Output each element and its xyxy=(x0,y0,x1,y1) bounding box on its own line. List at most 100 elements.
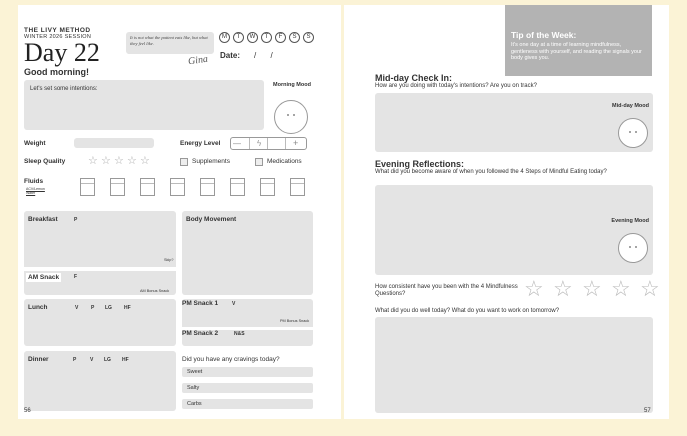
energy-divider xyxy=(267,138,268,149)
energy-divider xyxy=(285,138,286,149)
snack-divider xyxy=(182,327,313,330)
dinner-hf-icon: HF xyxy=(122,357,129,363)
brand-title: THE LIVY METHOD xyxy=(24,27,91,34)
lunch-hf-icon: HF xyxy=(124,305,131,311)
sleep-star-icon[interactable]: ☆ xyxy=(101,154,111,167)
weight-input[interactable] xyxy=(74,138,154,148)
morning-mood-face-icon[interactable] xyxy=(274,100,308,134)
midday-mood-label: Mid-day Mood xyxy=(612,103,649,109)
right-page: Tip of the Week: It's one day at a time … xyxy=(344,5,669,419)
day-title: Day 22 xyxy=(24,38,100,67)
water-cup-icon[interactable] xyxy=(170,178,185,196)
craving-salty[interactable]: Salty xyxy=(182,383,313,393)
pm-snack2-nuts-icon: N&S xyxy=(234,331,245,337)
consistency-star-icon[interactable]: ☆ xyxy=(524,276,544,302)
date-field[interactable]: / / xyxy=(254,51,273,60)
supplements-checkbox[interactable] xyxy=(180,158,188,166)
page-number-right: 57 xyxy=(644,408,651,414)
intentions-box[interactable]: Let's set some intentions: xyxy=(24,80,264,130)
dinner-veg-icon: V xyxy=(90,357,94,363)
craving-sweet[interactable]: Sweet xyxy=(182,367,313,377)
water-cup-icon[interactable] xyxy=(140,178,155,196)
energy-label: Energy Level xyxy=(180,140,221,147)
welldone-question: What did you do well today? What do you … xyxy=(375,308,560,314)
weekday-circle[interactable]: W xyxy=(247,32,258,43)
signature: Gina xyxy=(187,53,209,68)
skip-label: Skip? xyxy=(164,258,174,262)
water-cup-icon[interactable] xyxy=(200,178,215,196)
weekday-circle[interactable]: F xyxy=(275,32,286,43)
left-page: THE LIVY METHOD WINTER 2026 SESSION Day … xyxy=(18,5,341,419)
sleep-star-icon[interactable]: ☆ xyxy=(127,154,137,167)
sleep-star-icon[interactable]: ☆ xyxy=(140,154,150,167)
quote-text: It is not what the patient eats like, bu… xyxy=(130,35,208,46)
consistency-star-icon[interactable]: ☆ xyxy=(582,276,602,302)
consistency-star-icon[interactable]: ☆ xyxy=(640,276,660,302)
evening-mood-label: Evening Mood xyxy=(611,218,649,224)
body-movement-box[interactable]: Body Movement xyxy=(182,211,313,295)
midday-mood-face-icon[interactable] xyxy=(618,118,648,148)
pm-snack1-label: PM Snack 1 xyxy=(182,300,219,307)
evening-question: What did you become aware of when you fo… xyxy=(375,169,607,175)
am-snack-label: AM Snack xyxy=(26,273,62,282)
lunch-veg-icon: V xyxy=(75,305,79,311)
midday-question[interactable]: How are you doing with today's intention… xyxy=(375,83,537,89)
water-cup-icon[interactable] xyxy=(260,178,275,196)
weekday-circle[interactable]: T xyxy=(261,32,272,43)
lunch-protein-icon: P xyxy=(91,305,95,311)
weekday-circle[interactable]: S xyxy=(303,32,314,43)
morning-mood-label: Morning Mood xyxy=(273,82,311,88)
pm-snack1-veg-icon: V xyxy=(232,301,236,307)
body-movement-label: Body Movement xyxy=(186,216,237,223)
pm-bonus-label: PM Bonus Snack xyxy=(280,319,310,323)
dinner-box[interactable]: Dinner P V LG HF xyxy=(24,351,176,411)
water-cup-icon[interactable] xyxy=(110,178,125,196)
water-cup-icon[interactable] xyxy=(230,178,245,196)
meal-divider xyxy=(24,267,176,271)
energy-divider xyxy=(249,138,250,149)
evening-box[interactable]: Evening Mood xyxy=(375,185,653,275)
intentions-label: Let's set some intentions: xyxy=(30,86,98,92)
dinner-protein-icon: P xyxy=(73,357,77,363)
cravings-question: Did you have any cravings today? xyxy=(182,356,280,363)
breakfast-box[interactable]: Breakfast P Skip? AM Snack F AM Bonus Sn… xyxy=(24,211,176,295)
evening-mood-face-icon[interactable] xyxy=(618,233,648,263)
medications-label: Medications xyxy=(267,158,302,165)
weight-label: Weight xyxy=(24,140,46,147)
consistency-question: How consistent have you been with the 4 … xyxy=(375,284,518,297)
water-cup-icon[interactable] xyxy=(290,178,305,196)
water-cup-icon[interactable] xyxy=(80,178,95,196)
am-snack-fruit-icon: F xyxy=(74,274,78,280)
greeting: Good morning! xyxy=(24,67,89,77)
energy-meter[interactable]: — ϟ + xyxy=(230,137,307,150)
tip-title: Tip of the Week: xyxy=(511,30,577,40)
weekday-circle[interactable]: T xyxy=(233,32,244,43)
sleep-star-icon[interactable]: ☆ xyxy=(114,154,124,167)
sleep-quality-label: Sleep Quality xyxy=(24,158,66,165)
energy-minus-icon: — xyxy=(233,139,241,148)
medications-checkbox[interactable] xyxy=(255,158,263,166)
evening-title: Evening Reflections: xyxy=(375,159,465,169)
date-label: Date: xyxy=(220,51,241,60)
energy-bolt-icon: ϟ xyxy=(257,139,262,148)
fluids-label: Fluids xyxy=(24,178,44,185)
midday-title: Mid-day Check In: xyxy=(375,73,453,83)
quote-box: It is not what the patient eats like, bu… xyxy=(126,32,214,54)
midday-box[interactable]: Mid-day Mood xyxy=(375,93,653,152)
lunch-box[interactable]: Lunch V P LG HF xyxy=(24,299,176,346)
tip-text: It's one day at a time of learning mindf… xyxy=(511,42,642,61)
welldone-box[interactable] xyxy=(375,317,653,413)
am-bonus-label: AM Bonus Snack xyxy=(140,289,170,293)
consistency-star-icon[interactable]: ☆ xyxy=(611,276,631,302)
energy-plus-icon: + xyxy=(293,138,299,148)
pm-snack2-label: PM Snack 2 xyxy=(182,330,219,337)
page-number-left: 56 xyxy=(24,408,31,414)
fluids-sublabel: ACV/Lemon Water xyxy=(26,187,45,195)
weekday-circle[interactable]: M xyxy=(219,32,230,43)
pm-snack-box[interactable]: PM Snack 1 V PM Bonus Snack PM Snack 2 N… xyxy=(182,299,313,346)
craving-carbs[interactable]: Carbs xyxy=(182,399,313,409)
consistency-star-icon[interactable]: ☆ xyxy=(553,276,573,302)
breakfast-label: Breakfast xyxy=(28,216,58,223)
sleep-star-icon[interactable]: ☆ xyxy=(88,154,98,167)
weekday-circle[interactable]: S xyxy=(289,32,300,43)
